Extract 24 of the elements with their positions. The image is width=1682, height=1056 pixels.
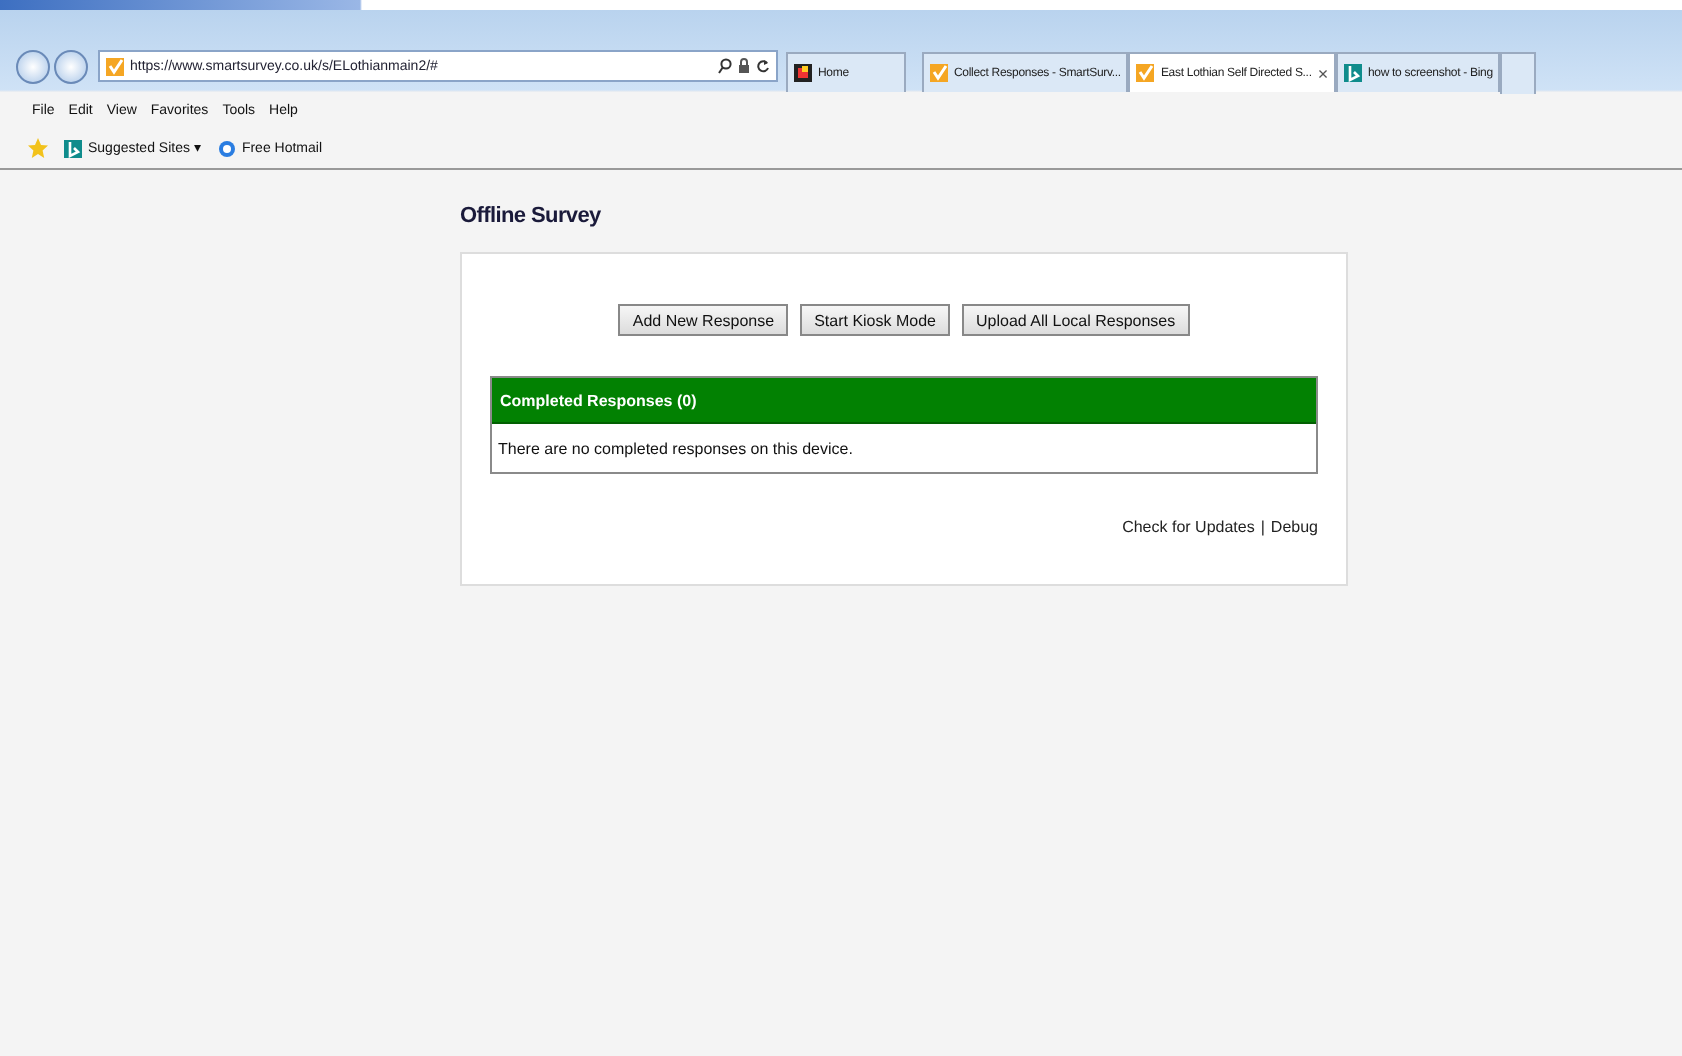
refresh-icon[interactable] xyxy=(756,58,770,74)
debug-link[interactable]: Debug xyxy=(1270,518,1318,536)
new-tab-button[interactable] xyxy=(1500,51,1537,93)
close-icon[interactable]: × xyxy=(1317,63,1328,83)
check-updates-link[interactable]: Check for Updates xyxy=(1122,518,1255,536)
action-button[interactable]: Add New Response xyxy=(618,304,789,336)
action-button[interactable]: Upload All Local Responses xyxy=(962,304,1190,336)
checkmark-icon xyxy=(930,64,948,82)
checkmark-icon xyxy=(1136,64,1155,82)
back-button[interactable] xyxy=(16,49,50,83)
action-button[interactable]: Start Kiosk Mode xyxy=(800,304,950,336)
browser-icon xyxy=(217,139,236,157)
empty-message: There are no completed responses on this device. xyxy=(496,437,855,462)
lock-icon xyxy=(738,58,750,74)
forward-button[interactable] xyxy=(54,49,88,83)
star-icon[interactable] xyxy=(28,138,48,158)
bing-icon xyxy=(64,139,82,157)
separator: | xyxy=(1260,518,1265,536)
search-icon[interactable] xyxy=(718,58,732,74)
checkmark-icon xyxy=(106,57,124,75)
colorful-tile-icon xyxy=(794,64,812,82)
page-title: Offline Survey xyxy=(460,204,603,228)
panel-header: Completed Responses (0) xyxy=(492,378,1316,424)
bing-icon xyxy=(1343,64,1362,82)
